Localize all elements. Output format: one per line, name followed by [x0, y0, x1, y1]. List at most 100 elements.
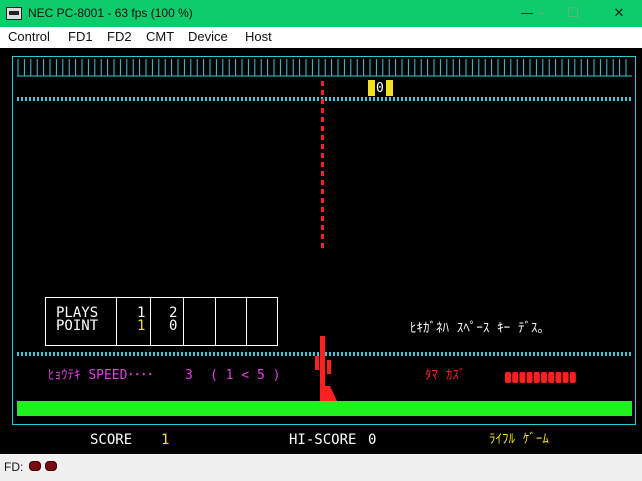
- rail-dot: [157, 97, 159, 101]
- maximize-button[interactable]: ☐: [550, 0, 596, 27]
- menu-cmt[interactable]: CMT: [146, 29, 174, 44]
- bullet-trajectory: [321, 81, 324, 248]
- speed-value: 3: [185, 368, 193, 383]
- rail-dot: [581, 97, 583, 101]
- rail-dot: [133, 352, 135, 356]
- close-button[interactable]: ✕: [596, 0, 642, 27]
- rail-dot: [165, 352, 167, 356]
- rail-dot: [125, 97, 127, 101]
- maximize-icon: ☐: [567, 6, 579, 21]
- rail-dot: [505, 97, 507, 101]
- trajectory-dot: [321, 90, 324, 95]
- rail-dot: [125, 352, 127, 356]
- rail-dot: [341, 352, 343, 356]
- rail-dot: [25, 97, 27, 101]
- rail-dot: [417, 352, 419, 356]
- menu-control[interactable]: Control: [8, 29, 50, 44]
- menu-bar: Control FD1 FD2 CMT Device Host: [0, 27, 642, 48]
- trajectory-dot: [321, 117, 324, 122]
- rail-dot: [621, 352, 623, 356]
- rail-dot: [329, 97, 331, 101]
- rail-dot: [285, 352, 287, 356]
- rail-dot: [369, 97, 371, 101]
- rail-dot: [265, 97, 267, 101]
- minimize-icon: —: [520, 6, 534, 21]
- rail-dot: [297, 97, 299, 101]
- window-title: NEC PC-8001 - 63 fps (100 %): [28, 6, 193, 20]
- rail-dot: [561, 352, 563, 356]
- close-icon: ✕: [613, 6, 625, 21]
- rail-dot: [41, 352, 43, 356]
- rail-dot: [129, 352, 131, 356]
- rail-dot: [225, 352, 227, 356]
- hiscore-value: 0: [368, 432, 377, 448]
- rail-dot: [401, 352, 403, 356]
- rail-dot: [421, 97, 423, 101]
- rail-dot: [469, 352, 471, 356]
- rail-dot: [333, 97, 335, 101]
- rail-dot: [373, 97, 375, 101]
- rail-dot: [37, 97, 39, 101]
- rail-dot: [541, 97, 543, 101]
- rail-dot: [65, 352, 67, 356]
- menu-fd1[interactable]: FD1: [68, 29, 93, 44]
- rail-dot: [449, 97, 451, 101]
- rail-dot: [549, 97, 551, 101]
- rail-dot: [381, 97, 383, 101]
- score-label: SCORE: [90, 432, 133, 448]
- rail-dot: [469, 97, 471, 101]
- rail-dot: [233, 352, 235, 356]
- rail-dot: [109, 352, 111, 356]
- rail-dot: [81, 352, 83, 356]
- rail-dot: [609, 97, 611, 101]
- trajectory-dot: [321, 225, 324, 230]
- rail-dot: [69, 352, 71, 356]
- rail-dot: [193, 97, 195, 101]
- rail-dot: [277, 352, 279, 356]
- rail-dot: [425, 97, 427, 101]
- rail-dot: [585, 352, 587, 356]
- rifle: [315, 336, 337, 401]
- trajectory-dot: [321, 81, 324, 86]
- rail-dot: [181, 352, 183, 356]
- trajectory-dot: [321, 216, 324, 221]
- app-icon: [6, 7, 22, 20]
- rail-dot: [613, 97, 615, 101]
- rail-dot: [153, 97, 155, 101]
- menu-device[interactable]: Device: [188, 29, 228, 44]
- rail-dot: [541, 352, 543, 356]
- ground-bar: [17, 401, 632, 416]
- rail-dot: [169, 352, 171, 356]
- rail-dot: [553, 97, 555, 101]
- rail-dot: [161, 97, 163, 101]
- minimize-button[interactable]: —: [504, 0, 550, 27]
- rail-dot: [497, 97, 499, 101]
- rail-dot: [297, 352, 299, 356]
- rail-dot: [105, 352, 107, 356]
- rail-dot: [529, 97, 531, 101]
- rail-dot: [93, 97, 95, 101]
- rail-dot: [153, 352, 155, 356]
- rail-dot: [477, 352, 479, 356]
- rail-dot: [57, 352, 59, 356]
- rail-dot: [253, 97, 255, 101]
- rail-dot: [117, 97, 119, 101]
- rail-dot: [177, 97, 179, 101]
- menu-fd2[interactable]: FD2: [107, 29, 132, 44]
- menu-host[interactable]: Host: [245, 29, 272, 44]
- rail-dot: [77, 352, 79, 356]
- rail-dot: [365, 97, 367, 101]
- rail-dot: [617, 352, 619, 356]
- rail-dot: [229, 97, 231, 101]
- rail-dot: [349, 97, 351, 101]
- fd2-led-icon: [45, 461, 57, 471]
- rail-dot: [269, 352, 271, 356]
- rail-dot: [485, 97, 487, 101]
- rail-dot: [561, 97, 563, 101]
- rail-dot: [457, 352, 459, 356]
- rail-dot: [433, 97, 435, 101]
- trajectory-dot: [321, 135, 324, 140]
- rail-dot: [61, 97, 63, 101]
- rail-dot: [101, 97, 103, 101]
- rail-dot: [441, 352, 443, 356]
